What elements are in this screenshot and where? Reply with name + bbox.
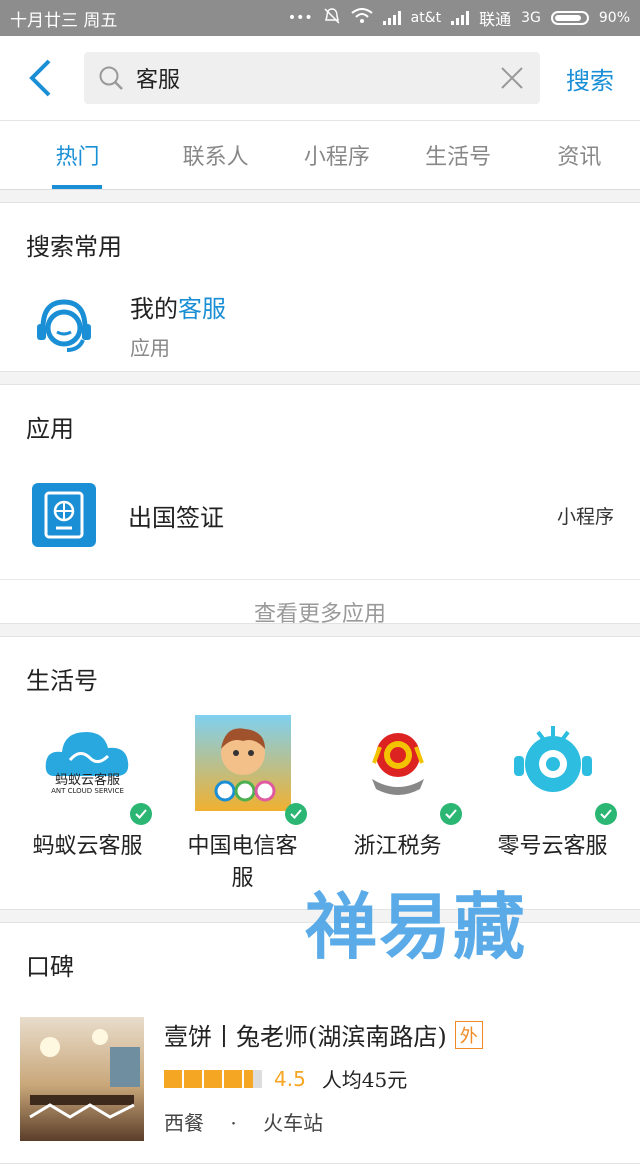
tab-hot[interactable]: 热门	[0, 121, 155, 189]
status-date: 十月廿三 周五	[10, 10, 118, 31]
clear-button[interactable]	[498, 64, 526, 92]
life-title: 生活号	[26, 667, 98, 695]
signal-icon-2	[451, 11, 470, 25]
restaurant-photo	[20, 1017, 144, 1141]
ant-cloud-logo-sub: ANT CLOUD SERVICE	[51, 787, 124, 795]
review-item-info: 壹饼丨兔老师(湖滨南路店) 外 4.5 人均45元 西餐 · 火车站	[164, 1017, 614, 1136]
separator-dot: ·	[230, 1111, 237, 1135]
life-item-name: 浙江税务	[353, 834, 442, 859]
watermark: 禅易藏	[305, 885, 528, 969]
verified-badge-icon	[129, 803, 152, 825]
china-telecom-avatar	[194, 715, 307, 825]
network-type: 3G	[521, 10, 541, 26]
frequent-item[interactable]: 我的客服 应用	[0, 289, 640, 361]
battery-icon	[550, 11, 589, 25]
frequent-item-highlight: 客服	[178, 295, 226, 323]
tab-contacts[interactable]: 联系人	[155, 121, 276, 189]
location: 火车站	[263, 1111, 324, 1135]
frequent-item-prefix: 我的	[130, 295, 178, 323]
life-item-ant-cloud[interactable]: 蚂蚁云客服 ANT CLOUD SERVICE 蚂蚁云客服	[13, 715, 163, 895]
app-item-tag: 小程序	[556, 505, 614, 528]
customer-service-icon	[32, 293, 96, 357]
mute-icon	[323, 7, 341, 29]
back-button[interactable]	[10, 48, 70, 108]
category: 西餐	[164, 1111, 204, 1135]
frequent-section: 搜索常用 我的客服 应用	[0, 202, 640, 372]
review-item-title: 壹饼丨兔老师(湖滨南路店) 外	[164, 1017, 614, 1052]
life-item-name: 中国电信客服	[187, 834, 298, 891]
view-more-apps-button[interactable]: 查看更多应用	[0, 579, 640, 644]
carrier-unicom: 联通	[479, 10, 512, 29]
star-icon	[204, 1069, 222, 1088]
tab-news[interactable]: 资讯	[519, 121, 640, 189]
verified-badge-icon	[594, 803, 617, 825]
apps-title: 应用	[26, 415, 74, 443]
frequent-item-sub: 应用	[130, 336, 170, 360]
star-icon	[184, 1069, 202, 1088]
review-item[interactable]: 壹饼丨兔老师(湖滨南路店) 外 4.5 人均45元 西餐 · 火车站	[0, 1017, 640, 1141]
zero-cloud-logo	[505, 715, 617, 825]
apps-section: 应用 出国签证 小程序 查看更多应用	[0, 384, 640, 627]
tab-bar: 热门 联系人 小程序 生活号 资讯	[0, 120, 640, 190]
search-query: 客服	[136, 68, 181, 93]
back-arrow-icon	[29, 59, 51, 97]
ant-cloud-logo-text: 蚂蚁云客服	[54, 773, 120, 788]
star-icon	[224, 1069, 242, 1088]
tags-row: 西餐 · 火车站	[164, 1107, 614, 1136]
wifi-icon	[350, 8, 373, 28]
price-per-person: 人均45元	[321, 1068, 408, 1092]
tab-life-accounts[interactable]: 生活号	[398, 121, 519, 189]
tax-emblem-icon	[350, 715, 462, 825]
frequent-title: 搜索常用	[26, 233, 122, 261]
search-icon	[99, 66, 123, 90]
frequent-item-text: 我的客服 应用	[130, 289, 226, 361]
verified-badge-icon	[439, 803, 462, 825]
rating-row: 4.5 人均45元	[164, 1064, 614, 1093]
search-header: 客服 搜索	[0, 36, 640, 120]
rating-value: 4.5	[274, 1066, 306, 1091]
verified-badge-icon	[284, 803, 307, 825]
status-icons: ••• at&t 联通 3G 90%	[288, 6, 630, 30]
close-icon	[501, 67, 523, 89]
passport-icon	[32, 483, 96, 547]
life-item-name: 蚂蚁云客服	[32, 834, 143, 859]
app-item-name: 出国签证	[128, 503, 224, 532]
tab-mini-programs[interactable]: 小程序	[276, 121, 397, 189]
app-item-visa[interactable]: 出国签证 小程序	[0, 465, 640, 565]
takeout-badge: 外	[454, 1020, 483, 1049]
ant-cloud-logo: 蚂蚁云客服 ANT CLOUD SERVICE	[40, 715, 152, 825]
life-item-china-telecom[interactable]: 中国电信客服	[168, 715, 318, 895]
more-dots-icon: •••	[287, 10, 313, 26]
star-half-icon	[244, 1069, 262, 1088]
signal-icon	[382, 11, 401, 25]
restaurant-name: 壹饼丨兔老师(湖滨南路店)	[164, 1023, 447, 1051]
status-bar: 十月廿三 周五 ••• at&t 联通 3G 90%	[0, 0, 640, 36]
battery-level: 90%	[598, 10, 630, 26]
search-button[interactable]: 搜索	[550, 61, 630, 96]
rating-stars	[164, 1069, 264, 1088]
star-icon	[164, 1069, 182, 1088]
carrier-att: at&t	[410, 10, 442, 26]
search-input[interactable]: 客服	[84, 52, 540, 104]
life-item-name: 零号云客服	[497, 834, 608, 859]
